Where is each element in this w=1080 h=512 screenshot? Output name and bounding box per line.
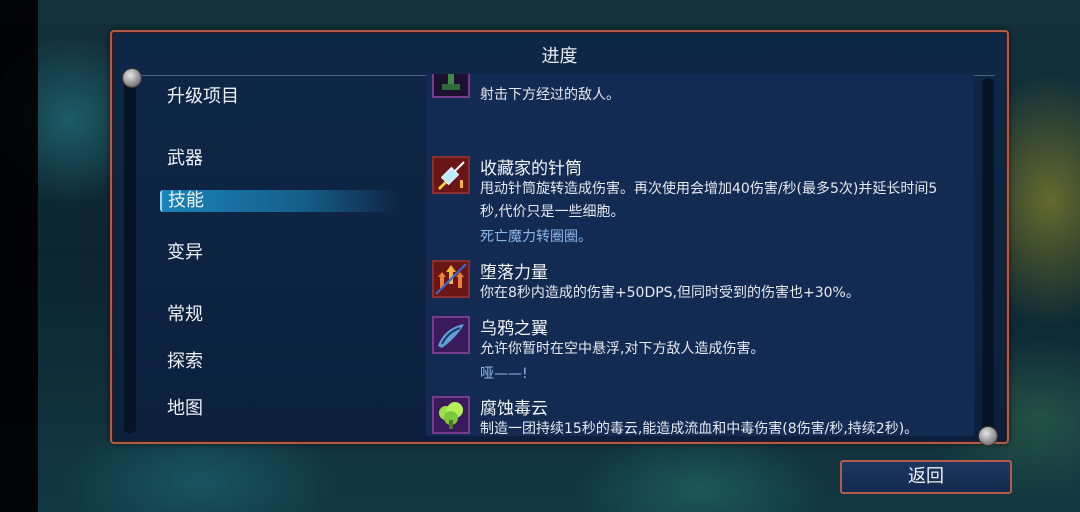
turret-icon xyxy=(432,74,470,98)
item-description: 允许你暂时在空中悬浮,对下方敌人造成伤害。 xyxy=(480,341,765,357)
poison-cloud-icon xyxy=(432,396,470,434)
syringe-icon xyxy=(432,156,470,194)
rivet-top-left xyxy=(122,68,142,88)
item-flavor-text: 死亡魔力转圈圈。 xyxy=(480,229,592,245)
item-name: ... xyxy=(480,74,496,78)
list-scrollbar[interactable] xyxy=(982,78,994,436)
back-button[interactable]: 返回 xyxy=(840,460,1012,494)
item-description: 你在8秒内造成的伤害+50DPS,但同时受到的伤害也+30%。 xyxy=(480,285,860,301)
nav-item-mutations[interactable]: 变异 xyxy=(167,238,203,264)
arrows-up-icon xyxy=(432,260,470,298)
nav-item-skills[interactable]: 技能 xyxy=(160,190,398,212)
item-name: 腐蚀毒云 xyxy=(480,399,548,419)
item-description: 制造一团持续15秒的毒云,能造成流血和中毒伤害(8伤害/秒,持续2秒)。 xyxy=(480,421,919,436)
rivet-bottom-right xyxy=(978,426,998,446)
item-name: 收藏家的针筒 xyxy=(480,159,582,179)
screen-edge-strip xyxy=(0,0,38,512)
skills-list[interactable]: ... 射击下方经过的敌人。 收藏家的针筒 甩动针筒旋转造成伤害。再次使用会增加… xyxy=(426,74,974,436)
panel-title: 进度 xyxy=(541,46,578,67)
item-description: 甩动针筒旋转造成伤害。再次使用会增加40伤害/秒(最多5次)并延长时间5秒,代价… xyxy=(480,181,938,220)
nav-item-exploration[interactable]: 探索 xyxy=(167,347,203,373)
progress-panel: 进度 升级项目 武器 技能 变异 常规 探索 地图 ... 射击下方经过的敌人。 xyxy=(110,30,1009,444)
item-name: 乌鸦之翼 xyxy=(480,319,548,339)
item-description: 射击下方经过的敌人。 xyxy=(480,87,620,103)
item-name: 堕落力量 xyxy=(480,263,548,283)
nav-item-upgrades[interactable]: 升级项目 xyxy=(167,82,239,108)
nav-item-map[interactable]: 地图 xyxy=(167,394,203,420)
nav-scrollbar[interactable] xyxy=(124,82,136,434)
item-flavor-text: 哑——! xyxy=(480,366,528,382)
crow-wings-icon xyxy=(432,316,470,354)
nav-item-general[interactable]: 常规 xyxy=(167,300,203,326)
nav-item-weapons[interactable]: 武器 xyxy=(167,144,203,170)
